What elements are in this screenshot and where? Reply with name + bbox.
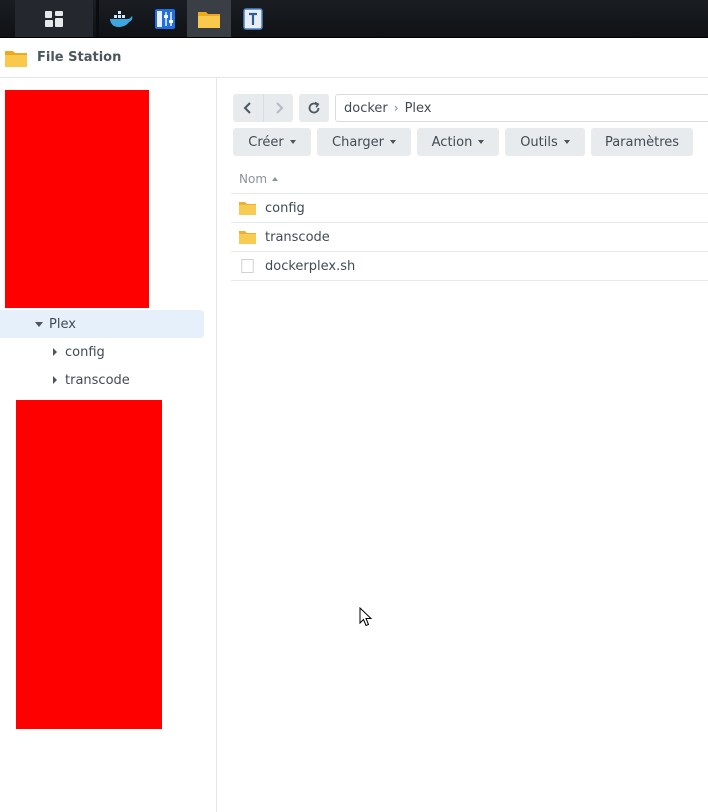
collapse-caret-icon[interactable] <box>53 376 57 384</box>
file-row[interactable]: transcode <box>231 223 708 252</box>
file-station-icon <box>198 12 220 28</box>
text-editor-icon <box>243 8 263 30</box>
tree-item-plex[interactable]: Plex <box>0 310 204 338</box>
file-name: config <box>265 200 305 216</box>
action-button-label: Action <box>431 134 473 150</box>
main-menu-button[interactable] <box>15 0 93 38</box>
column-header-name[interactable]: Nom <box>231 165 708 194</box>
taskbar-app-file-station[interactable] <box>187 0 231 38</box>
path-segment[interactable]: Plex <box>405 101 432 116</box>
dropdown-arrow-icon <box>478 140 485 144</box>
file-row[interactable]: config <box>231 194 708 223</box>
settings-button[interactable]: Paramètres <box>591 128 693 156</box>
tools-button-label: Outils <box>520 134 558 150</box>
path-bar[interactable]: docker › Plex <box>335 94 708 122</box>
taskbar-app-control-panel[interactable] <box>143 0 187 38</box>
create-button[interactable]: Créer <box>233 128 311 156</box>
path-separator: › <box>393 101 399 115</box>
dropdown-arrow-icon <box>563 140 570 144</box>
action-button[interactable]: Action <box>417 128 499 156</box>
column-header-label: Nom <box>239 172 268 186</box>
chevron-right-icon <box>275 102 283 114</box>
window-title: File Station <box>37 50 122 65</box>
window-titlebar: File Station <box>0 38 708 78</box>
control-panel-icon <box>155 9 175 29</box>
taskbar-app-docker[interactable] <box>99 0 143 38</box>
main-menu-icon <box>45 11 63 27</box>
tools-button[interactable]: Outils <box>505 128 585 156</box>
file-name: transcode <box>265 229 330 245</box>
file-name: dockerplex.sh <box>265 258 356 274</box>
forward-button[interactable] <box>263 94 293 122</box>
sort-ascending-icon <box>272 177 279 181</box>
file-station-folder-icon <box>5 50 27 67</box>
chevron-left-icon <box>243 102 251 114</box>
settings-button-label: Paramètres <box>604 134 680 150</box>
expand-caret-icon[interactable] <box>35 321 43 327</box>
tree-item-config[interactable]: config <box>0 338 204 366</box>
taskbar-app-text-editor[interactable] <box>231 0 275 38</box>
redacted-area-bottom <box>16 400 162 729</box>
path-segment[interactable]: docker <box>344 101 388 116</box>
taskbar <box>0 0 708 38</box>
upload-button[interactable]: Charger <box>317 128 411 156</box>
file-row[interactable]: dockerplex.sh <box>231 252 708 281</box>
folder-icon <box>239 202 256 215</box>
refresh-button[interactable] <box>299 94 329 122</box>
refresh-icon <box>308 101 320 114</box>
file-icon <box>241 259 254 273</box>
redacted-area-top <box>5 90 149 308</box>
tree-item-label: Plex <box>49 316 76 332</box>
folder-tree-panel: Plex config transcode <box>0 78 217 812</box>
tree-item-label: transcode <box>65 372 130 388</box>
mouse-cursor-icon <box>359 607 373 627</box>
collapse-caret-icon[interactable] <box>53 348 57 356</box>
upload-button-label: Charger <box>332 134 384 150</box>
tree-item-transcode[interactable]: transcode <box>0 366 204 394</box>
tree-item-label: config <box>65 344 105 360</box>
back-button[interactable] <box>233 94 263 122</box>
dropdown-arrow-icon <box>289 140 296 144</box>
create-button-label: Créer <box>248 134 284 150</box>
docker-icon <box>110 11 133 27</box>
dropdown-arrow-icon <box>390 140 396 144</box>
folder-icon <box>239 231 256 244</box>
